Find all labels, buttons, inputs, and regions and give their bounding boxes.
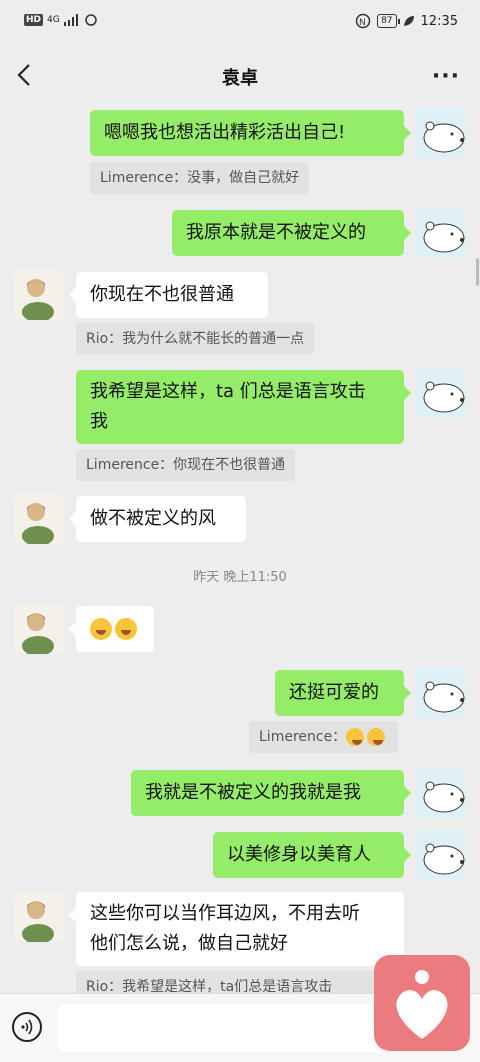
quoted-message[interactable]: Limerence：没事，做自己就好 [90, 162, 310, 194]
nfc-icon: N [355, 13, 371, 29]
polar-bear-icon [423, 843, 465, 875]
message-bubble[interactable]: 我希望是这样，ta 们总是语言攻击 我 [76, 370, 411, 444]
message-text: 还挺可爱的 [289, 682, 379, 703]
svg-text:N: N [359, 18, 366, 28]
quoted-message[interactable]: Limerence：你现在不也很普通 [76, 449, 296, 481]
avatar[interactable] [416, 208, 466, 258]
quoted-message[interactable]: Limerence： [249, 721, 399, 753]
avatar[interactable] [416, 368, 466, 418]
person-avatar-icon [22, 503, 54, 544]
polar-bear-icon [423, 221, 465, 253]
polar-bear-icon [423, 121, 465, 153]
avatar[interactable] [14, 494, 64, 544]
chat-header: 袁卓 ··· [0, 46, 480, 106]
message-bubble[interactable]: 你现在不也很普通 [69, 272, 268, 318]
message-bubble[interactable]: 还挺可爱的 [275, 670, 411, 716]
message-input[interactable] [58, 1004, 388, 1052]
more-icon[interactable]: ··· [432, 64, 460, 89]
avatar[interactable] [416, 668, 466, 718]
chat-title: 袁卓 [222, 68, 258, 89]
message-text: 我原本就是不被定义的 [186, 222, 366, 243]
person-avatar-icon [22, 279, 54, 320]
avatar[interactable] [416, 108, 466, 158]
quote-text: Limerence： [259, 729, 347, 745]
message-text: 你现在不也很普通 [90, 284, 234, 305]
leaf-icon [403, 16, 414, 26]
message-text: 我希望是这样，ta 们总是语言攻击 [90, 381, 366, 402]
heart-icon [396, 970, 448, 1039]
avatar[interactable] [416, 830, 466, 880]
loading-icon [84, 14, 97, 26]
person-avatar-icon [22, 613, 54, 654]
message-bubble[interactable]: 嗯嗯我也想活出精彩活出自己! [90, 110, 411, 156]
message-bubble[interactable]: 做不被定义的风 [69, 496, 246, 542]
hugging-face-emoji-icon [115, 618, 137, 640]
message-text: 这些你可以当作耳边风，不用去听 [90, 903, 360, 924]
battery-icon: 87 [377, 14, 401, 28]
status-bar: HD 4G N 87 12:35 [0, 0, 480, 46]
avatar[interactable] [416, 768, 466, 818]
message-bubble[interactable] [69, 606, 154, 652]
avatar[interactable] [14, 270, 64, 320]
signal-label: 4G [47, 15, 60, 25]
quoted-message[interactable]: Rio：我为什么就不能长的普通一点 [76, 323, 315, 355]
message-bubble[interactable]: 这些你可以当作耳边风，不用去听 他们怎么说，做自己就好 [69, 892, 404, 966]
message-text: 以美修身以美育人 [227, 844, 371, 865]
polar-bear-icon [423, 781, 465, 813]
message-bubble[interactable]: 我就是不被定义的我就是我 [131, 770, 411, 816]
person-avatar-icon [22, 901, 54, 942]
message-text-line2: 我 [90, 411, 108, 432]
signal-icon [63, 14, 78, 26]
message-bubble[interactable]: 我原本就是不被定义的 [172, 210, 411, 256]
message-text: 嗯嗯我也想活出精彩活出自己! [104, 122, 346, 143]
timestamp: 昨天 晚上11:50 [193, 570, 287, 585]
avatar[interactable] [14, 892, 64, 942]
message-text: 我就是不被定义的我就是我 [145, 782, 361, 803]
voice-icon[interactable] [12, 1012, 42, 1042]
network-type: HD [24, 14, 44, 26]
message-text: 做不被定义的风 [90, 508, 216, 529]
hugging-face-emoji-icon [367, 728, 386, 746]
message-bubble[interactable]: 以美修身以美育人 [213, 832, 411, 878]
sound-wave-icon [21, 1019, 33, 1035]
hugging-face-emoji-icon [346, 728, 365, 746]
polar-bear-icon [423, 681, 465, 713]
message-text-line2: 他们怎么说，做自己就好 [90, 933, 288, 954]
avatar[interactable] [14, 604, 64, 654]
polar-bear-icon [423, 381, 465, 413]
heart-floating-button[interactable] [374, 955, 470, 1051]
scrollbar[interactable] [476, 258, 479, 286]
clock: 12:35 [420, 13, 458, 29]
hugging-face-emoji-icon [90, 618, 112, 640]
